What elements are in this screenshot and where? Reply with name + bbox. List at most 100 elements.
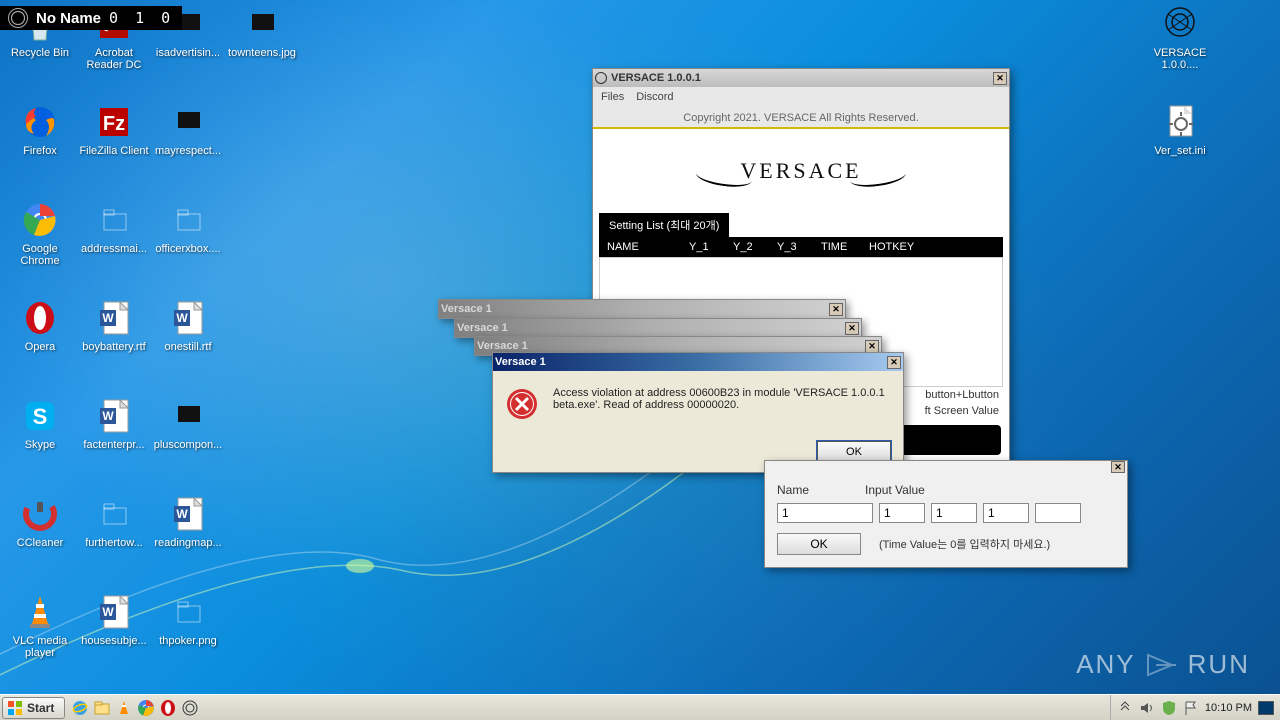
- icon-label: addressmai...: [81, 243, 147, 255]
- icon-label: pluscompon...: [154, 439, 222, 451]
- desktop-icon[interactable]: furthertow...: [78, 494, 150, 592]
- error-title: Versace 1: [441, 303, 492, 315]
- folder-ghost-icon: [166, 200, 210, 240]
- desktop-icon[interactable]: CCleaner: [4, 494, 76, 592]
- close-icon[interactable]: ✕: [1111, 461, 1125, 473]
- error-title: Versace 1: [457, 322, 508, 334]
- icon-label: Skype: [25, 439, 56, 451]
- desktop-icon[interactable]: Google Chrome: [4, 200, 76, 298]
- icon-label: Google Chrome: [5, 243, 75, 267]
- chrome-taskbar-icon[interactable]: [137, 699, 155, 717]
- explorer-icon[interactable]: [93, 699, 111, 717]
- icon-label: Ver_set.ini: [1154, 145, 1205, 157]
- flag-icon[interactable]: [1183, 700, 1199, 716]
- ie-icon[interactable]: [71, 699, 89, 717]
- word-icon: W: [166, 494, 210, 534]
- error-dialog[interactable]: Versace 1✕Access violation at address 00…: [492, 352, 904, 473]
- icon-label: Acrobat Reader DC: [79, 47, 149, 71]
- word-icon: W: [92, 298, 136, 338]
- firefox-icon: [18, 102, 62, 142]
- input-y1[interactable]: [879, 503, 925, 523]
- table-header: NAME Y_1 Y_2 Y_3 TIME HOTKEY: [599, 237, 1003, 257]
- error-titlebar[interactable]: Versace 1 ✕: [455, 319, 861, 337]
- error-titlebar[interactable]: Versace 1 ✕: [439, 300, 845, 318]
- volume-icon[interactable]: [1139, 700, 1155, 716]
- error-titlebar[interactable]: Versace 1 ✕: [493, 353, 903, 371]
- desktop-icon[interactable]: officerxbox....: [152, 200, 224, 298]
- icon-label: CCleaner: [17, 537, 63, 549]
- input-name[interactable]: [777, 503, 873, 523]
- shield-icon[interactable]: [1161, 700, 1177, 716]
- icon-label: VLC media player: [5, 635, 75, 659]
- close-icon[interactable]: ✕: [865, 340, 879, 353]
- word-icon: W: [92, 396, 136, 436]
- desktop-icon[interactable]: thpoker.png: [152, 592, 224, 690]
- desktop-icon[interactable]: Ver_set.ini: [1144, 102, 1216, 200]
- word-icon: W: [166, 298, 210, 338]
- icon-label: boybattery.rtf: [82, 341, 145, 353]
- close-icon[interactable]: ✕: [993, 72, 1007, 85]
- desktop-icon[interactable]: Opera: [4, 298, 76, 396]
- desktop-icon[interactable]: Wfactenterpr...: [78, 396, 150, 494]
- menu-files[interactable]: Files: [601, 91, 624, 103]
- vlc-taskbar-icon[interactable]: [115, 699, 133, 717]
- input-row: [777, 503, 1115, 523]
- desktop-icon[interactable]: mayrespect...: [152, 102, 224, 200]
- error-dialog[interactable]: Versace 1 ✕: [454, 318, 862, 338]
- input-dialog[interactable]: ✕ Name Input Value OK (Time Value는 0를 입력…: [764, 460, 1128, 568]
- input-dialog-titlebar[interactable]: ✕: [765, 461, 1127, 475]
- desktop-icon[interactable]: VERSACE 1.0.0....: [1144, 4, 1216, 102]
- versace-title: VERSACE 1.0.0.1: [611, 72, 701, 84]
- desktop-icon[interactable]: S Skype: [4, 396, 76, 494]
- input-y3[interactable]: [983, 503, 1029, 523]
- desktop-icon[interactable]: Wboybattery.rtf: [78, 298, 150, 396]
- svg-text:W: W: [102, 605, 114, 619]
- icon-label: Recycle Bin: [11, 47, 69, 59]
- svg-text:S: S: [33, 404, 48, 429]
- input-y2[interactable]: [931, 503, 977, 523]
- close-icon[interactable]: ✕: [829, 303, 843, 316]
- desktop-icon[interactable]: pluscompon...: [152, 396, 224, 494]
- file-dark-icon: [166, 396, 210, 436]
- input-time[interactable]: [1035, 503, 1081, 523]
- desktop[interactable]: Recycle Bin Acrobat Reader DC isadvertisin…: [0, 0, 1280, 720]
- desktop-icon[interactable]: VLC media player: [4, 592, 76, 690]
- taskbar[interactable]: Start 10:10 PM: [0, 694, 1280, 720]
- ccleaner-icon: [18, 494, 62, 534]
- desktop-icon[interactable]: FzFileZilla Client: [78, 102, 150, 200]
- setting-list-tab[interactable]: Setting List (최대 20개): [599, 213, 729, 237]
- desktop-icon[interactable]: Wreadingmap...: [152, 494, 224, 592]
- ok-button[interactable]: OK: [817, 441, 891, 462]
- desktop-icon[interactable]: Firefox: [4, 102, 76, 200]
- versace-app-icon: [595, 72, 607, 84]
- recorder-icon: [8, 8, 28, 28]
- desktop-icons-right: VERSACE 1.0.0.... Ver_set.ini: [1144, 4, 1218, 200]
- desktop-icon[interactable]: townteens.jpg: [226, 4, 298, 102]
- close-icon[interactable]: ✕: [887, 356, 901, 369]
- desktop-icon[interactable]: addressmai...: [78, 200, 150, 298]
- ok-button[interactable]: OK: [777, 533, 861, 555]
- desktop-icons-grid: Recycle Bin Acrobat Reader DC isadvertisin…: [4, 4, 300, 690]
- close-icon[interactable]: ✕: [845, 322, 859, 335]
- filezilla-icon: Fz: [92, 102, 136, 142]
- menu-discord[interactable]: Discord: [636, 91, 673, 103]
- clock[interactable]: 10:10 PM: [1205, 702, 1252, 714]
- icon-label: furthertow...: [85, 537, 142, 549]
- icon-label: mayrespect...: [155, 145, 221, 157]
- error-title: Versace 1: [495, 356, 546, 368]
- desktop-icon[interactable]: Wonestill.rtf: [152, 298, 224, 396]
- icon-label: housesubje...: [81, 635, 146, 647]
- label-input-value: Input Value: [865, 483, 925, 497]
- icon-label: Firefox: [23, 145, 57, 157]
- tray-expand-icon[interactable]: [1117, 700, 1133, 716]
- recorder-title: No Name: [36, 10, 101, 27]
- versace-taskbar-icon[interactable]: [181, 699, 199, 717]
- show-desktop[interactable]: [1258, 701, 1274, 715]
- opera-taskbar-icon[interactable]: [159, 699, 177, 717]
- versace-titlebar[interactable]: VERSACE 1.0.0.1 ✕: [593, 69, 1009, 87]
- start-button-taskbar[interactable]: Start: [2, 697, 65, 719]
- icon-label: Opera: [25, 341, 56, 353]
- icon-label: isadvertisin...: [156, 47, 220, 59]
- error-dialog[interactable]: Versace 1 ✕: [438, 299, 846, 319]
- desktop-icon[interactable]: Whousesubje...: [78, 592, 150, 690]
